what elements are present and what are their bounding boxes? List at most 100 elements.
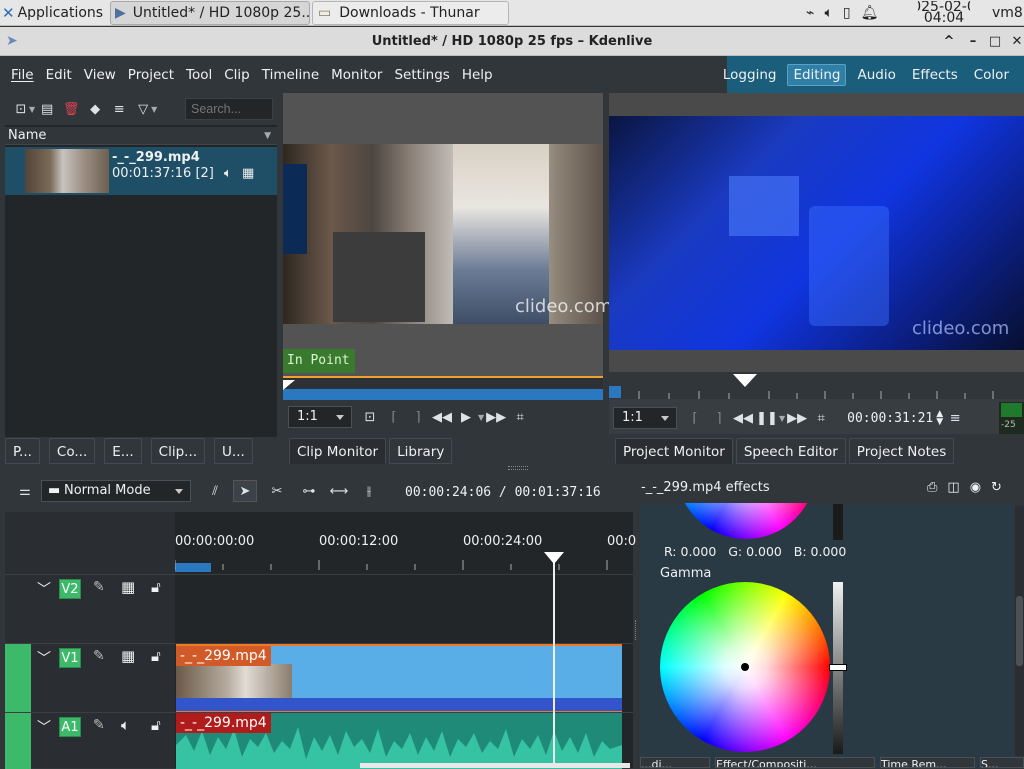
gain-color-wheel[interactable] (676, 503, 816, 539)
razor-tool-button[interactable]: ✂ (265, 480, 289, 502)
menu-timeline[interactable]: Timeline (262, 67, 319, 83)
track-menu-button[interactable]: ⚌ (13, 480, 37, 502)
track-v1-lock-icon[interactable]: 🔓︎ (151, 647, 161, 665)
ripple-tool-button[interactable]: ⟷ (327, 480, 351, 502)
track-a1-name[interactable]: A1 (59, 717, 81, 737)
set-in-button[interactable]: ⌈ (382, 406, 406, 428)
workspace-effects[interactable]: Effects (907, 65, 963, 85)
track-v2-collapse-chevron-icon[interactable]: ﹀ (37, 579, 51, 599)
tab-clip-monitor[interactable]: Clip Monitor (289, 438, 387, 464)
bin-column-header-name[interactable]: Name ▼ (5, 127, 277, 145)
track-v2-effects-wand-icon[interactable]: ✎ (93, 579, 105, 595)
reset-effect-icon[interactable]: ↻ (991, 480, 1002, 495)
selection-tool-button[interactable]: ➤ (233, 480, 257, 502)
menu-edit[interactable]: Edit (46, 67, 72, 83)
track-v2-video-icon[interactable]: ▦ (121, 578, 135, 596)
menu-project[interactable]: Project (128, 67, 174, 83)
bin-search-input[interactable] (185, 98, 273, 120)
timeline-video-clip[interactable]: -_-_299.mp4 (176, 644, 622, 713)
slip-tool-button[interactable]: ⊶ (297, 480, 321, 502)
minimize-button[interactable]: – (964, 32, 982, 50)
project-crop-button[interactable]: ⌗ (809, 407, 833, 429)
task-kdenlive[interactable]: ▶ Untitled* / HD 1080p 25... (110, 1, 310, 25)
timeline-horizontal-scrollbar[interactable] (360, 763, 630, 768)
project-set-out-button[interactable]: ⌉ (707, 407, 731, 429)
tab-audio-mixer[interactable]: ...di... (640, 757, 710, 768)
track-a1-audio-icon[interactable]: 🔈︎ (121, 716, 130, 734)
timecode-spinner-icon[interactable]: ▲ ▼ (936, 410, 943, 427)
tab-library[interactable]: Library (389, 438, 453, 464)
maximize-button[interactable]: □ (986, 32, 1004, 50)
project-monitor-video[interactable]: clideo.com (609, 116, 1024, 350)
gain-luma-slider[interactable] (833, 504, 843, 540)
delete-clip-button[interactable]: 🗑︎ (59, 98, 83, 120)
project-zoom-select[interactable]: 1:1 (613, 407, 677, 429)
timeline-playhead-marker-icon[interactable] (544, 552, 564, 564)
track-a1-lock-icon[interactable]: 🔓︎ (151, 716, 161, 734)
close-button[interactable]: ✕ (1008, 32, 1024, 50)
tab-effects[interactable]: E... (104, 438, 142, 464)
user-label[interactable]: vm8 (992, 1, 1024, 25)
project-rewind-button[interactable]: ◀◀ (731, 407, 755, 429)
track-a1-collapse-chevron-icon[interactable]: ﹀ (37, 717, 51, 737)
tab-effect-composition-stack[interactable]: Effect/Compositi... (715, 757, 875, 768)
battery-icon[interactable]: ▯ (843, 5, 851, 21)
gamma-wheel-handle[interactable] (741, 663, 749, 671)
timeline-ruler[interactable]: 00:00:00:00 00:00:12:00 00:00:24:00 00:0 (175, 512, 636, 572)
clip-monitor-video[interactable]: clideo.com In Point (283, 93, 612, 376)
tag-button[interactable]: ◆ (83, 98, 107, 120)
track-v1-name[interactable]: V1 (59, 648, 81, 668)
project-set-in-button[interactable]: ⌈ (683, 407, 707, 429)
tab-project-bin[interactable]: P... (5, 438, 40, 464)
window-titlebar[interactable]: ➤ Untitled* / HD 1080p 25 fps – Kdenlive… (0, 27, 1024, 56)
workspace-editing[interactable]: Editing (787, 63, 847, 86)
eye-toggle-icon[interactable]: ◉ (970, 480, 981, 495)
razor-all-button[interactable]: ⫽ (203, 480, 227, 502)
dock-splitter-handle[interactable] (508, 466, 528, 470)
project-monitor-menu-button[interactable]: ≡ (943, 407, 967, 429)
filter-dropdown-icon[interactable]: ▼ (151, 105, 157, 114)
tab-subtitles[interactable]: S... (980, 757, 1024, 768)
track-v2-name[interactable]: V2 (59, 579, 81, 599)
save-effect-icon[interactable]: ⎙ (927, 480, 937, 495)
menu-file[interactable]: File (11, 67, 34, 83)
menu-monitor[interactable]: Monitor (331, 67, 382, 83)
menu-clip[interactable]: Clip (224, 67, 250, 83)
workspace-audio[interactable]: Audio (852, 65, 900, 85)
clip-play-button[interactable]: ▶ (454, 406, 478, 428)
clock[interactable]: 2025-02-07 04:04 (918, 1, 970, 25)
tab-time-remapping[interactable]: Time Rem... (880, 757, 975, 768)
clip-monitor-ruler[interactable] (283, 376, 603, 400)
keep-above-button[interactable]: ^ (940, 32, 958, 50)
add-folder-button[interactable]: ▤ (35, 98, 59, 120)
track-v1-collapse-chevron-icon[interactable]: ﹀ (37, 648, 51, 668)
effects-splitter-handle[interactable] (635, 620, 638, 640)
timeline-position[interactable]: 00:00:24:06 (405, 485, 491, 500)
project-monitor-ruler[interactable] (609, 372, 1024, 399)
bin-clip-row[interactable]: -_-_299.mp4 00:01:37:16 [2] 🔈︎ ▦ (5, 147, 277, 195)
task-thunar[interactable]: ▭ Downloads - Thunar (312, 1, 509, 25)
track-v1-video-icon[interactable]: ▦ (121, 647, 135, 665)
tab-project-monitor[interactable]: Project Monitor (615, 438, 733, 464)
tab-clip-properties[interactable]: Clip... (150, 438, 206, 464)
project-timecode[interactable]: 00:00:31:21 (847, 411, 933, 426)
clip-zoom-select[interactable]: 1:1 (288, 406, 352, 428)
tab-speech-editor[interactable]: Speech Editor (735, 438, 846, 464)
notification-bell-icon[interactable]: 🔔︎ (861, 5, 879, 21)
workspace-color[interactable]: Color (969, 65, 1014, 85)
track-a1-effects-wand-icon[interactable]: ✎ (93, 717, 105, 733)
menu-settings[interactable]: Settings (394, 67, 449, 83)
tab-project-notes[interactable]: Project Notes (848, 438, 955, 464)
clip-rewind-button[interactable]: ◀◀ (430, 406, 454, 428)
applications-menu[interactable]: ✕ Applications (2, 1, 110, 25)
timeline-playhead[interactable] (553, 554, 555, 768)
volume-icon[interactable]: 🔈︎ (824, 5, 832, 21)
bin-menu-button[interactable]: ≡ (107, 98, 131, 120)
menu-help[interactable]: Help (462, 67, 493, 83)
project-pause-button[interactable]: ❚❚ (755, 407, 779, 429)
set-out-button[interactable]: ⌉ (406, 406, 430, 428)
tab-compositions[interactable]: Co... (48, 438, 96, 464)
clip-video-icon[interactable]: ▦ (242, 166, 254, 181)
track-v2-target[interactable] (5, 575, 31, 643)
track-v1-effects-wand-icon[interactable]: ✎ (93, 648, 105, 664)
